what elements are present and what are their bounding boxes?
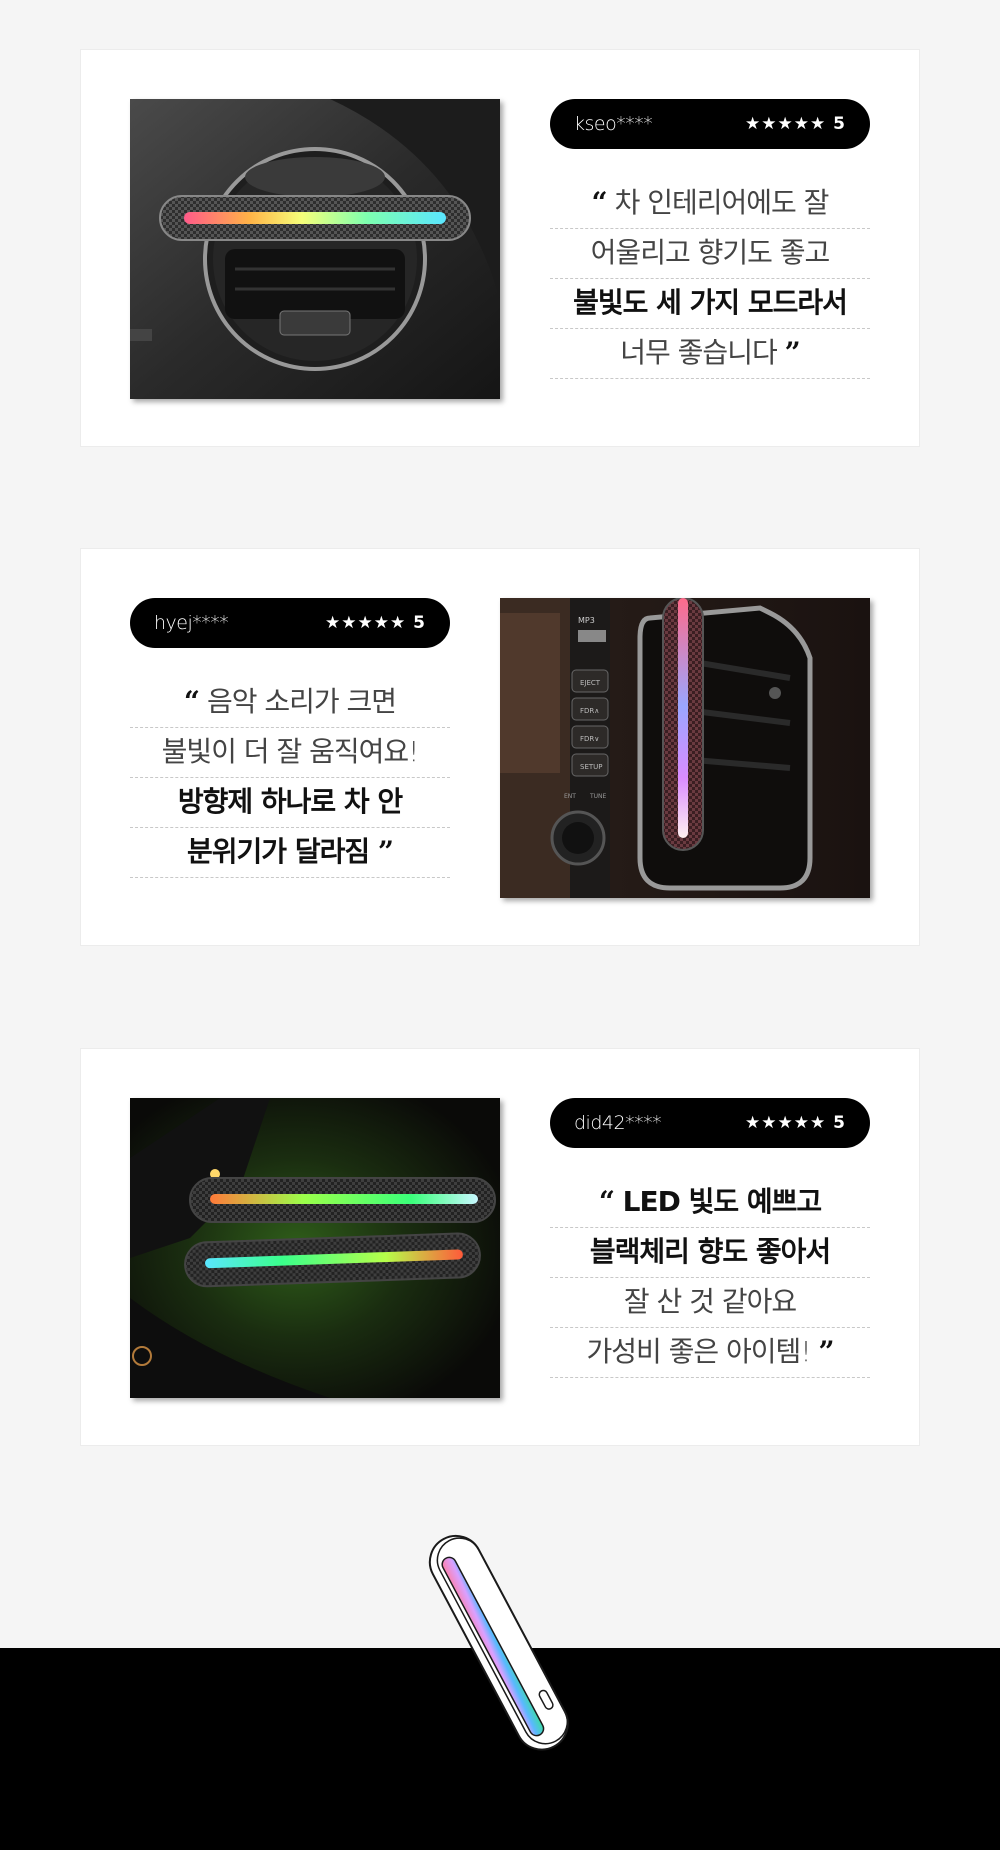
reviewer-pill: hyej**** ★★★★★ 5: [130, 598, 450, 648]
review-line: 분위기가 달라짐 ”: [130, 828, 450, 878]
review-photo-2: MP3 EJECT FDR∧ FDR∨ SETUP ENT TUNE: [500, 598, 870, 898]
review-3: did42**** ★★★★★ 5 “ LED 빛도 예쁘고 블랙체리 향도 좋…: [550, 1098, 870, 1378]
review-text: “ LED 빛도 예쁘고 블랙체리 향도 좋아서 잘 산 것 같아요 가성비 좋…: [550, 1178, 870, 1378]
stereo-small-label: TUNE: [589, 793, 607, 800]
led-vent-photo-1: [130, 99, 500, 399]
review-line: “ LED 빛도 예쁘고: [550, 1178, 870, 1228]
review-line: “ 차 인테리어에도 잘: [550, 179, 870, 229]
open-quote-icon: “: [598, 1185, 615, 1218]
led-device-illustration: [428, 1535, 569, 1751]
review-line: “ 음악 소리가 크면: [130, 678, 450, 728]
review-line: 블랙체리 향도 좋아서: [550, 1228, 870, 1278]
reviewer-name: did42****: [574, 1112, 662, 1134]
review-text: “ 차 인테리어에도 잘 어울리고 향기도 좋고 불빛도 세 가지 모드라서 너…: [550, 179, 870, 379]
review-line: 불빛이 더 잘 움직여요!: [130, 728, 450, 778]
review-line: 어울리고 향기도 좋고: [550, 229, 870, 279]
review-2: hyej**** ★★★★★ 5 “ 음악 소리가 크면 불빛이 더 잘 움직여…: [130, 598, 450, 878]
stereo-button-label: EJECT: [580, 679, 601, 687]
close-quote-icon: ”: [818, 1335, 834, 1368]
review-text: “ 음악 소리가 크면 불빛이 더 잘 움직여요! 방향제 하나로 차 안 분위…: [130, 678, 450, 878]
review-line: 방향제 하나로 차 안: [130, 778, 450, 828]
reviewer-name: kseo****: [574, 113, 653, 135]
stereo-button-label: SETUP: [580, 763, 603, 771]
review-1: kseo**** ★★★★★ 5 “ 차 인테리어에도 잘 어울리고 향기도 좋…: [550, 99, 870, 379]
stereo-small-label: ENT: [564, 793, 576, 800]
stereo-button-label: FDR∨: [580, 735, 599, 743]
led-green-photo-3: [130, 1098, 500, 1398]
review-line: 잘 산 것 같아요: [550, 1278, 870, 1328]
reviewer-pill: kseo**** ★★★★★ 5: [550, 99, 870, 149]
review-card-3: did42**** ★★★★★ 5 “ LED 빛도 예쁘고 블랙체리 향도 좋…: [80, 1048, 920, 1446]
reviewer-pill: did42**** ★★★★★ 5: [550, 1098, 870, 1148]
reviewer-name: hyej****: [154, 612, 229, 634]
stereo-brand: MP3: [578, 616, 595, 625]
review-photo-1: [130, 99, 500, 399]
review-card-1: kseo**** ★★★★★ 5 “ 차 인테리어에도 잘 어울리고 향기도 좋…: [80, 49, 920, 447]
led-stereo-photo-2: MP3 EJECT FDR∧ FDR∨ SETUP ENT TUNE: [500, 598, 870, 898]
review-card-2: hyej**** ★★★★★ 5 “ 음악 소리가 크면 불빛이 더 잘 움직여…: [80, 548, 920, 946]
close-quote-icon: ”: [377, 835, 394, 868]
star-rating: ★★★★★ 5: [745, 1113, 846, 1133]
review-line: 가성비 좋은 아이템! ”: [550, 1328, 870, 1378]
review-line: 너무 좋습니다 ”: [550, 329, 870, 379]
review-line: 불빛도 세 가지 모드라서: [550, 279, 870, 329]
open-quote-icon: “: [183, 685, 200, 718]
review-photo-3: [130, 1098, 500, 1398]
open-quote-icon: “: [591, 186, 608, 219]
close-quote-icon: ”: [784, 336, 801, 369]
stereo-button-label: FDR∧: [580, 707, 599, 715]
star-rating: ★★★★★ 5: [325, 613, 426, 633]
star-rating: ★★★★★ 5: [745, 114, 846, 134]
